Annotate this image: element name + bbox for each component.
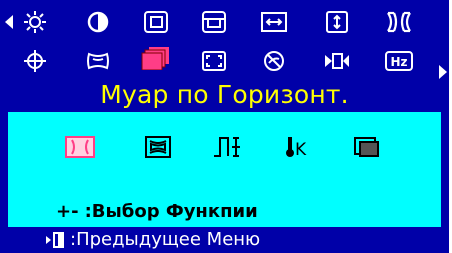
sharpness-icon[interactable] — [212, 134, 244, 160]
zoom-icon[interactable] — [199, 49, 229, 73]
contrast-icon[interactable] — [83, 10, 113, 34]
scroll-right-arrow-icon[interactable] — [437, 64, 449, 80]
footer-row: :Предыдущее Меню — [44, 229, 260, 251]
osd-menu-panel: Hz Муар по Горизонт. K +-:Выбор Функпии… — [0, 0, 449, 253]
plus-minus-keys: +- — [56, 201, 79, 222]
frequency-icon[interactable]: Hz — [384, 49, 414, 73]
hint-row: +-:Выбор Функпии — [56, 201, 258, 223]
footer-text: :Предыдущее Меню — [70, 229, 261, 250]
rotation-icon[interactable] — [20, 49, 50, 73]
osd-screen: Hz Муар по Горизонт. K +-:Выбор Функпии… — [0, 0, 452, 253]
svg-text:K: K — [295, 140, 307, 160]
brightness-icon[interactable] — [20, 10, 50, 34]
h-size-icon[interactable] — [259, 10, 289, 34]
exit-door-icon[interactable] — [44, 231, 66, 249]
v-size-icon[interactable] — [322, 10, 352, 34]
osd-position-icon[interactable] — [351, 134, 383, 160]
submenu-panel: K +-:Выбор Функпии — [8, 112, 441, 227]
menu-title: Муар по Горизонт. — [100, 80, 349, 109]
h-moire-icon[interactable] — [64, 134, 96, 160]
pincushion-icon[interactable] — [384, 10, 414, 34]
degauss-icon[interactable] — [259, 49, 289, 73]
scroll-left-arrow-icon[interactable] — [3, 14, 15, 30]
recall-icon[interactable] — [322, 49, 352, 73]
moire-icon[interactable] — [141, 46, 171, 70]
hint-text: :Выбор Функпии — [84, 201, 258, 222]
svg-text:Hz: Hz — [390, 55, 407, 69]
color-temp-icon[interactable]: K — [283, 134, 315, 160]
h-position-icon[interactable] — [141, 10, 171, 34]
v-moire-icon[interactable] — [142, 134, 174, 160]
trapezoid-icon[interactable] — [83, 49, 113, 73]
v-position-icon[interactable] — [199, 10, 229, 34]
